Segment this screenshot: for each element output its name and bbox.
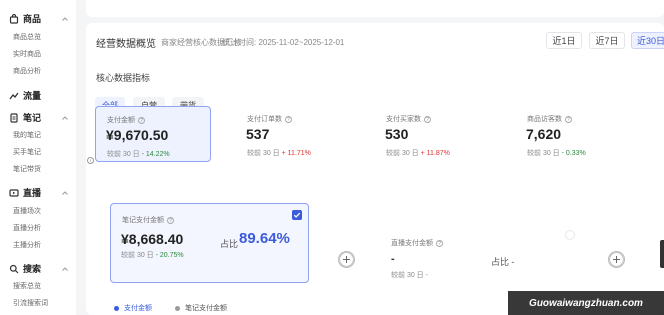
date-range: 统计时间: 2025-11-02~2025-12-01 [222, 38, 345, 47]
sidebar-item[interactable]: 商品总览 [13, 32, 41, 42]
metric-change: + 11.71% [281, 150, 311, 157]
breakdown-change: - 20.75% [155, 252, 184, 259]
metric-label: 商品访客数? [527, 114, 572, 124]
sidebar-section-goods[interactable]: 商品 [9, 12, 69, 25]
watermark-text: Guowaiwangzhuan.com [508, 291, 664, 315]
sidebar-item[interactable]: 实时商品 [13, 49, 41, 59]
share-value: 89.64% [239, 230, 290, 247]
sidebar-item[interactable]: 直播场次 [13, 206, 41, 216]
metric-card-buyers[interactable]: 支付买家数? 530 较前 30 日 + 11.87% [375, 106, 491, 162]
help-icon[interactable]: ? [424, 116, 431, 123]
sidebar-section-notes[interactable]: 笔记 [9, 111, 69, 124]
sidebar-section-search[interactable]: 搜索 [9, 262, 69, 275]
range-button-30d[interactable]: 近30日 [631, 32, 664, 49]
main-content: 经营数据概览 商家经营核心数据汇总 统计时间: 2025-11-02~2025-… [86, 0, 664, 315]
metric-value: 7,620 [526, 126, 562, 142]
legend-dot [175, 305, 180, 311]
metric-value: 537 [246, 126, 270, 142]
help-icon[interactable]: ? [167, 217, 174, 224]
legend-label: 笔记支付金额 [185, 305, 227, 312]
metric-label: 支付金额? [107, 115, 145, 125]
range-button-1d[interactable]: 近1日 [546, 32, 582, 49]
breakdown-label: 笔记支付金额? [122, 215, 174, 225]
legend-item[interactable]: 支付金额 [114, 303, 152, 313]
sidebar-item[interactable]: 买手笔记 [13, 147, 41, 157]
sidebar-item[interactable]: 商品分析 [13, 66, 41, 76]
metric-card-pay-amount[interactable]: 支付金额? ¥9,670.50 较前 30 日 - 14.22% [95, 106, 211, 162]
sidebar-section-title: 直播 [23, 188, 42, 198]
sidebar-section-title: 流量 [23, 91, 42, 101]
checkbox-empty[interactable] [565, 230, 575, 240]
share-label: 占比 [220, 239, 239, 249]
add-icon[interactable] [608, 251, 625, 268]
sidebar-item[interactable]: 引流搜索词 [13, 298, 48, 308]
metric-card-orders[interactable]: 支付订单数? 537 较前 30 日 + 11.71% [236, 106, 352, 162]
sidebar: 商品 商品总览 实时商品 商品分析 流量 笔记 我的笔记 买手笔记 笔记带货 直… [0, 0, 76, 315]
metric-compare: 较前 30 日 + 11.87% [386, 150, 450, 157]
metric-change: - 14.22% [141, 151, 170, 158]
breakdown-compare: 较前 30 日 - 20.75% [121, 252, 184, 259]
metric-compare: 较前 30 日 - 0.33% [527, 150, 586, 157]
live-icon [9, 188, 19, 197]
range-button-7d[interactable]: 近7日 [589, 32, 625, 49]
breakdown-change: - [425, 272, 428, 279]
legend-item[interactable]: 笔记支付金额 [175, 303, 227, 313]
breakdown-label: 直播支付金额? [391, 238, 443, 248]
metric-change: - 0.33% [561, 150, 586, 157]
metric-compare: 较前 30 日 + 11.71% [247, 150, 311, 157]
breakdown-compare: 较前 30 日 - [391, 272, 428, 279]
share-value: - [511, 257, 515, 267]
sidebar-section-live[interactable]: 直播 [9, 186, 69, 199]
top-strip [86, 0, 664, 17]
help-icon[interactable]: ? [285, 116, 292, 123]
sidebar-item[interactable]: 我的笔记 [13, 130, 41, 140]
metric-card-visitors[interactable]: 商品访客数? 7,620 较前 30 日 - 0.33% [516, 106, 632, 162]
breakdown-value: ¥8,668.40 [121, 231, 184, 247]
breakdown-card-note-pay[interactable]: 笔记支付金额? ¥8,668.40 较前 30 日 - 20.75% 占比 89… [110, 203, 309, 283]
help-icon[interactable]: ? [565, 116, 572, 123]
metric-value: ¥9,670.50 [106, 127, 169, 143]
chevron-up-icon[interactable] [61, 189, 69, 197]
metric-label: 支付订单数? [247, 114, 292, 124]
sidebar-item[interactable]: 笔记带货 [13, 164, 41, 174]
sidebar-item[interactable]: 直播分析 [13, 223, 41, 233]
checkbox-checked-icon[interactable] [292, 210, 302, 220]
bag-icon [9, 13, 19, 24]
page-title: 经营数据概览 [96, 39, 156, 50]
sidebar-section-title: 商品 [23, 14, 42, 24]
note-icon [10, 112, 18, 123]
scroll-handle[interactable] [660, 240, 664, 268]
help-icon[interactable]: ? [138, 117, 145, 124]
help-icon[interactable]: ? [436, 240, 443, 247]
breakdown-value: - [391, 253, 395, 265]
collapse-handle-icon[interactable]: ‹ [87, 157, 94, 164]
sidebar-section-title: 笔记 [23, 113, 42, 123]
metric-value: 530 [385, 126, 409, 142]
metric-change: + 11.87% [420, 150, 450, 157]
flow-icon [9, 92, 19, 99]
chevron-up-icon[interactable] [61, 114, 69, 122]
metric-label: 支付买家数? [386, 114, 431, 124]
share-line: 占比 - [491, 257, 515, 267]
metric-compare: 较前 30 日 - 14.22% [107, 151, 170, 158]
legend-label: 支付金额 [124, 305, 152, 312]
sidebar-item[interactable]: 搜索总览 [13, 281, 41, 291]
chevron-up-icon[interactable] [61, 15, 69, 23]
add-icon[interactable] [338, 251, 355, 268]
search-icon [9, 264, 19, 273]
sidebar-section-traffic[interactable]: 流量 [9, 89, 69, 102]
section-title: 核心数据指标 [96, 73, 151, 83]
sidebar-section-title: 搜索 [23, 264, 42, 274]
sidebar-item[interactable]: 主播分析 [13, 240, 41, 250]
chevron-up-icon[interactable] [61, 265, 69, 273]
legend-dot [114, 305, 119, 311]
